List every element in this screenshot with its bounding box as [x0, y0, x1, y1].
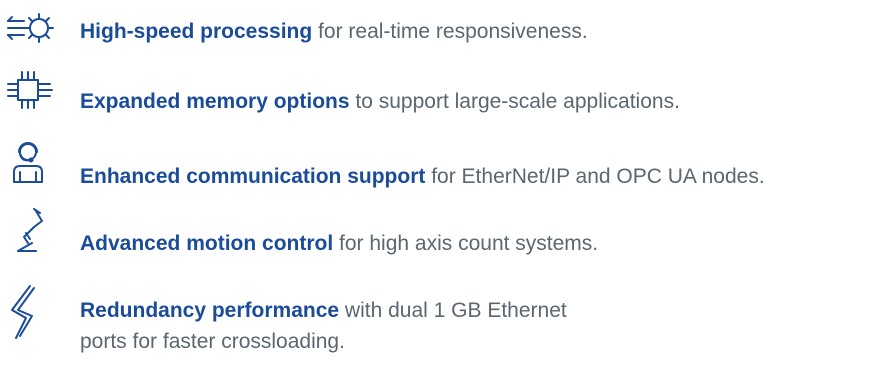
headset-operator-icon: [4, 138, 62, 196]
lightning-icon: [4, 282, 62, 340]
feature-text: Enhanced communication support for Ether…: [80, 161, 765, 192]
feature-text: Redundancy performance with dual 1 GB Et…: [80, 295, 600, 357]
chip-icon: [4, 68, 62, 126]
feature-description: for real-time responsiveness.: [312, 20, 588, 43]
feature-text: Expanded memory options to support large…: [80, 86, 680, 117]
feature-title: Redundancy performance: [80, 299, 340, 322]
feature-text: Advanced motion control for high axis co…: [80, 228, 598, 259]
feature-title: Advanced motion control: [80, 232, 334, 255]
feature-description: to support large-scale applications.: [349, 90, 680, 113]
feature-title: Expanded memory options: [80, 90, 350, 113]
robot-arm-icon: [4, 203, 62, 261]
gear-speed-icon: [4, 6, 62, 64]
feature-text: High-speed processing for real-time resp…: [80, 16, 588, 47]
feature-description: for high axis count systems.: [333, 232, 599, 255]
feature-description: for EtherNet/IP and OPC UA nodes.: [425, 165, 765, 188]
feature-title: High-speed processing: [80, 20, 313, 43]
feature-title: Enhanced communication support: [80, 165, 426, 188]
